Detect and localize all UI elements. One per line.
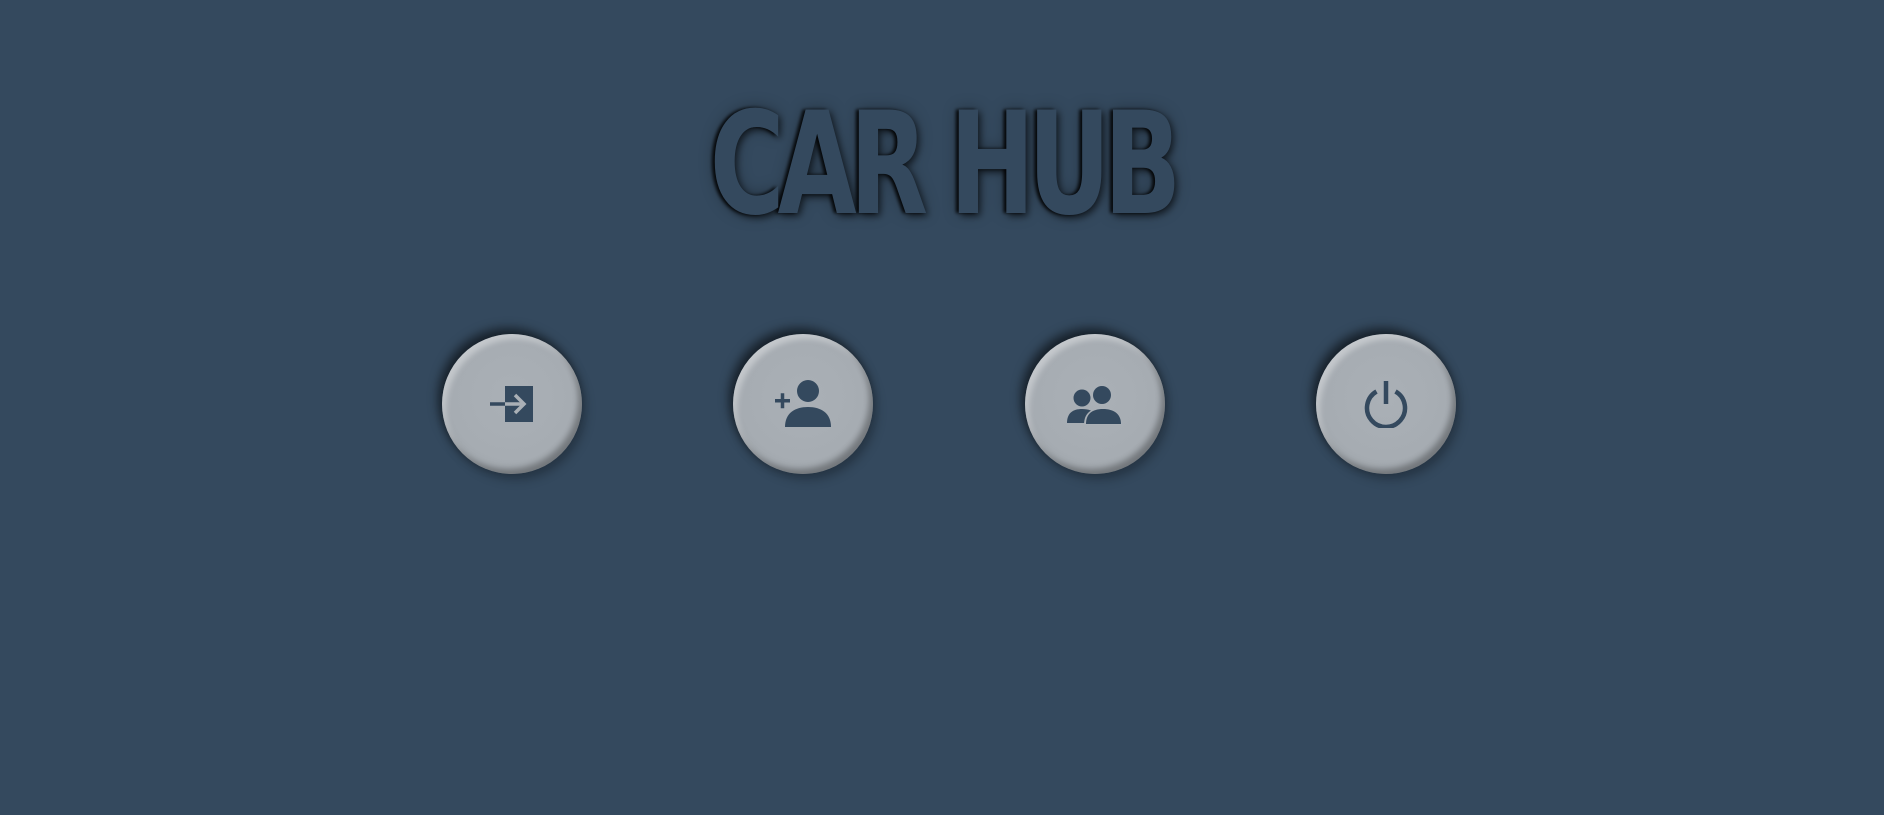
sign-in-button[interactable]	[442, 334, 582, 474]
sign-in-icon	[490, 384, 534, 424]
power-icon	[1362, 380, 1410, 428]
users-icon	[1067, 383, 1123, 425]
page-title: CAR HUB	[709, 82, 1182, 247]
add-user-icon	[775, 379, 831, 429]
power-button[interactable]	[1316, 334, 1456, 474]
add-user-button[interactable]	[733, 334, 873, 474]
action-button-row	[442, 334, 1456, 474]
users-button[interactable]	[1025, 334, 1165, 474]
